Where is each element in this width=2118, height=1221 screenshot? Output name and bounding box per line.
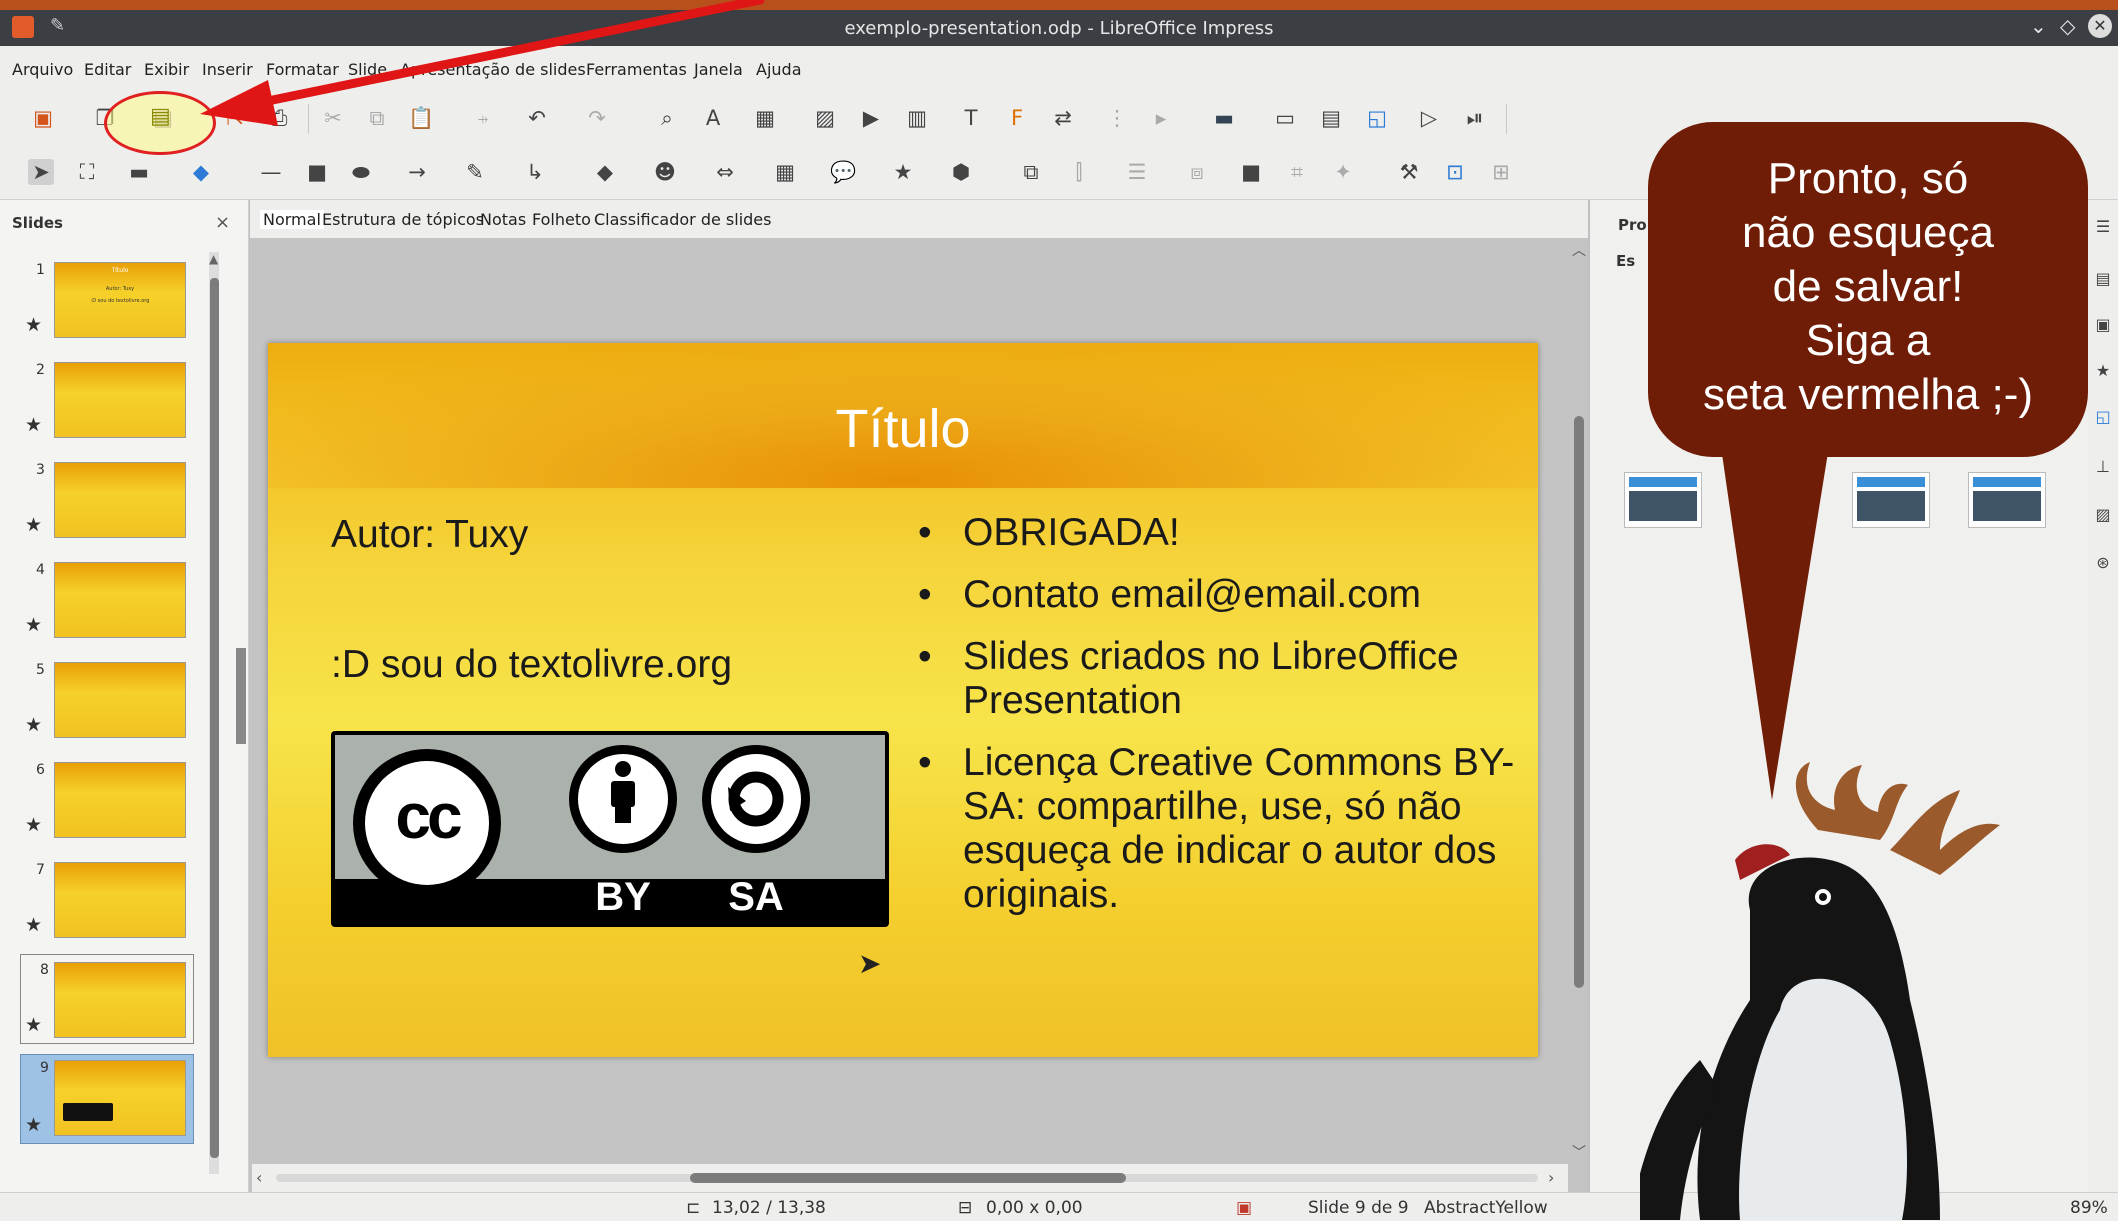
speech-bubble: Pronto, só não esqueça de salvar! Siga a…: [1648, 122, 2088, 457]
antler-left: [1795, 762, 1908, 840]
red-arrow-head: [200, 80, 278, 126]
antler-right: [1890, 790, 2000, 875]
bubble-line: de salvar!: [1772, 262, 1964, 311]
penguin-mascot: [1640, 762, 2000, 1220]
bubble-line: seta vermelha ;-): [1702, 370, 2034, 419]
bubble-line: não esqueça: [1742, 208, 1994, 257]
speech-bubble-text: Pronto, só não esqueça de salvar! Siga a…: [1648, 152, 2088, 422]
penguin-pupil: [1819, 893, 1827, 901]
speech-bubble-tail: [1720, 440, 1830, 800]
bubble-line: Pronto, só: [1767, 154, 1969, 203]
bubble-line: Siga a: [1805, 316, 1931, 365]
red-arrow-shaft: [253, 0, 765, 108]
